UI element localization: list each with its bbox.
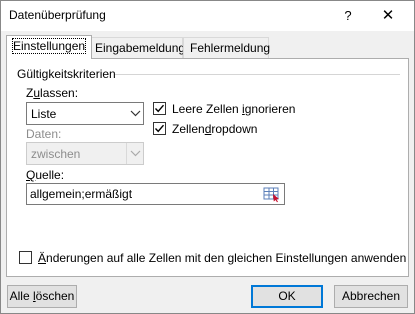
group-divider [115,74,400,75]
help-button[interactable]: ? [337,5,359,27]
data-dropdown: zwischen [26,142,144,165]
apply-to-all-checkbox[interactable] [19,251,32,264]
validation-criteria-label: Gültigkeitskriterien [17,67,116,81]
data-value: zwischen [31,147,81,161]
tab-input-message-label: Eingabemeldung [95,41,186,55]
ignore-blank-label: Leere Zellen ignorieren [172,102,296,116]
data-validation-dialog: Datenüberprüfung ? ✕ Einstellungen Einga… [0,0,415,314]
ok-button[interactable]: OK [251,285,323,308]
in-cell-dropdown-label: Zellendropdown [172,122,258,136]
source-input[interactable] [27,184,259,204]
tab-settings-label: Einstellungen [11,38,87,54]
clear-all-button[interactable]: Alle löschen [7,285,77,308]
dialog-title: Datenüberprüfung [9,8,106,22]
settings-panel: Gültigkeitskriterien Zulassen: Liste Lee… [6,58,409,277]
chevron-down-icon [126,103,143,124]
in-cell-dropdown-checkbox[interactable] [153,122,166,135]
data-label: Daten: [26,127,62,141]
tab-error-alert-label: Fehlermeldung [190,41,271,55]
allow-value: Liste [31,107,57,121]
tab-settings[interactable]: Einstellungen [6,35,93,59]
source-field[interactable] [26,183,285,205]
cancel-button[interactable]: Abbrechen [334,285,408,308]
source-label: Quelle: [26,168,65,182]
close-button[interactable]: ✕ [373,5,403,27]
range-select-icon[interactable] [261,185,283,203]
chevron-down-icon [126,143,143,164]
title-bar: Datenüberprüfung ? ✕ [1,1,414,31]
ignore-blank-checkbox[interactable] [153,102,166,115]
allow-dropdown[interactable]: Liste [26,102,144,125]
tab-input-message[interactable]: Eingabemeldung [88,37,186,59]
apply-to-all-label: Änderungen auf alle Zellen mit den gleic… [38,251,407,265]
tab-error-alert[interactable]: Fehlermeldung [183,37,271,59]
allow-label: Zulassen: [26,86,79,100]
